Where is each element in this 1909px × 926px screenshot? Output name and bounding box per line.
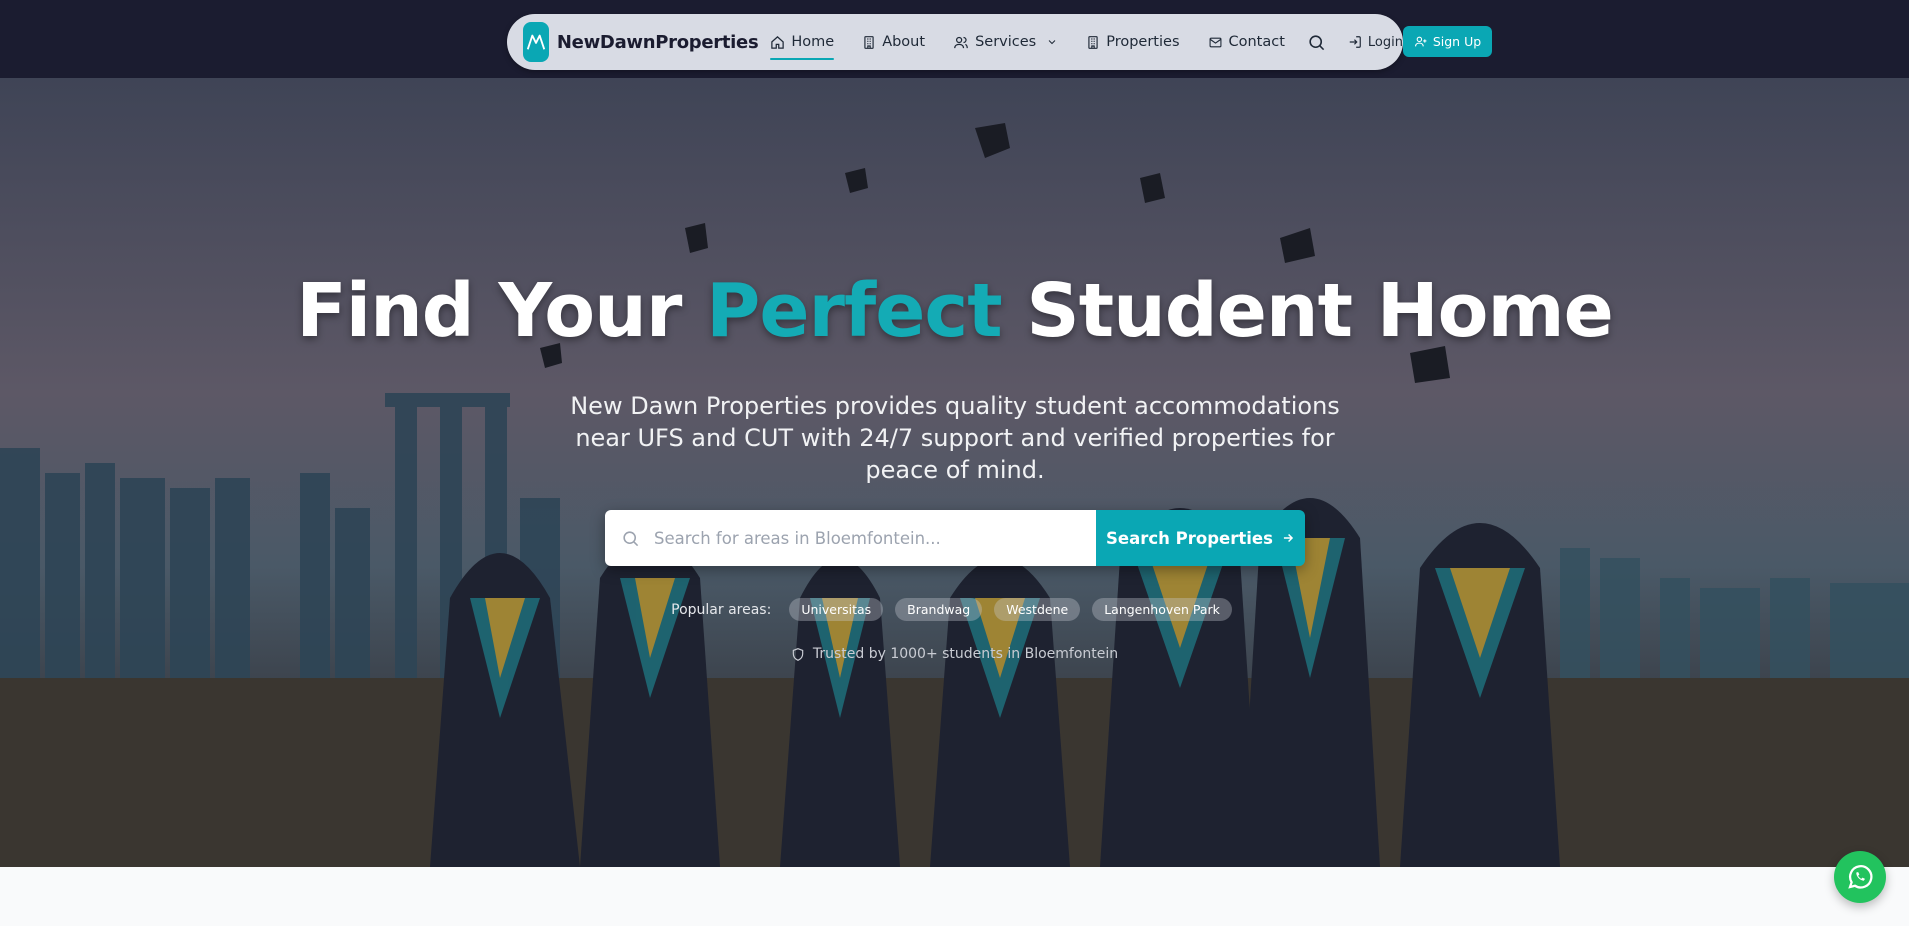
login-label: Login: [1367, 34, 1403, 50]
signup-label: Sign Up: [1432, 34, 1482, 49]
nav-home-label: Home: [791, 34, 835, 50]
nav-services-label: Services: [975, 34, 1037, 50]
nav-contact-label: Contact: [1228, 34, 1285, 50]
home-icon: [771, 35, 785, 49]
hero-subtitle: New Dawn Properties provides quality stu…: [570, 392, 1340, 484]
signup-button[interactable]: Sign Up: [1403, 26, 1492, 57]
logo[interactable]: [523, 22, 549, 62]
chevron-down-icon: [1048, 40, 1056, 45]
popular-areas: Popular areas: Universitas Brandwag West…: [0, 598, 1909, 621]
area-search-input[interactable]: [654, 528, 1054, 548]
trusted-badge: Trusted by 1000+ students in Bloemfontei…: [0, 646, 1909, 662]
building-icon: [1088, 35, 1098, 49]
area-chip-langenhoven-park[interactable]: Langenhoven Park: [1092, 598, 1232, 621]
hero-section: Find Your Perfect Student Home New Dawn …: [0, 78, 1909, 867]
mountain-logo-icon: [526, 34, 546, 50]
nav-services[interactable]: Services: [953, 22, 1058, 62]
nav-properties[interactable]: Properties: [1086, 22, 1180, 62]
users-icon: [954, 36, 968, 48]
whatsapp-icon: [1848, 865, 1873, 889]
arrow-right-icon: [1283, 533, 1294, 543]
nav-about[interactable]: About: [862, 22, 925, 62]
brand-name[interactable]: NewDawnProperties: [557, 32, 759, 53]
nav-home[interactable]: Home: [770, 22, 834, 62]
login-icon: [1349, 36, 1361, 48]
area-chip-brandwag[interactable]: Brandwag: [895, 598, 983, 621]
hero-search-bar: Search Properties: [605, 510, 1305, 566]
mail-icon: [1209, 37, 1221, 47]
login-button[interactable]: Login: [1348, 35, 1403, 50]
user-plus-icon: [1414, 36, 1427, 47]
search-properties-button[interactable]: Search Properties: [1096, 510, 1305, 566]
nav-contact[interactable]: Contact: [1208, 22, 1285, 62]
whatsapp-button[interactable]: [1834, 851, 1886, 903]
navbar: NewDawnProperties Home About Services Pr…: [507, 14, 1403, 70]
trusted-text: Trusted by 1000+ students in Bloemfontei…: [812, 646, 1119, 662]
top-bar: NewDawnProperties Home About Services Pr…: [0, 0, 1909, 78]
hero-title-accent: Perfect: [706, 268, 1003, 354]
nav-about-label: About: [882, 34, 926, 50]
search-icon: [1309, 34, 1325, 50]
search-properties-label: Search Properties: [1106, 528, 1273, 548]
building-icon: [864, 35, 874, 49]
hero-title-part2: Student Home: [1001, 268, 1613, 354]
shield-icon: [792, 647, 804, 661]
hero-title-part1: Find Your: [296, 268, 707, 354]
area-chip-westdene[interactable]: Westdene: [994, 598, 1081, 621]
popular-areas-label: Popular areas:: [671, 601, 772, 618]
area-chip-universitas[interactable]: Universitas: [789, 598, 884, 621]
search-icon: [623, 530, 639, 546]
nav-properties-label: Properties: [1106, 34, 1180, 50]
nav-search-button[interactable]: [1307, 28, 1326, 56]
search-field-container[interactable]: [605, 510, 1096, 566]
hero-title: Find Your Perfect Student Home: [0, 268, 1909, 354]
